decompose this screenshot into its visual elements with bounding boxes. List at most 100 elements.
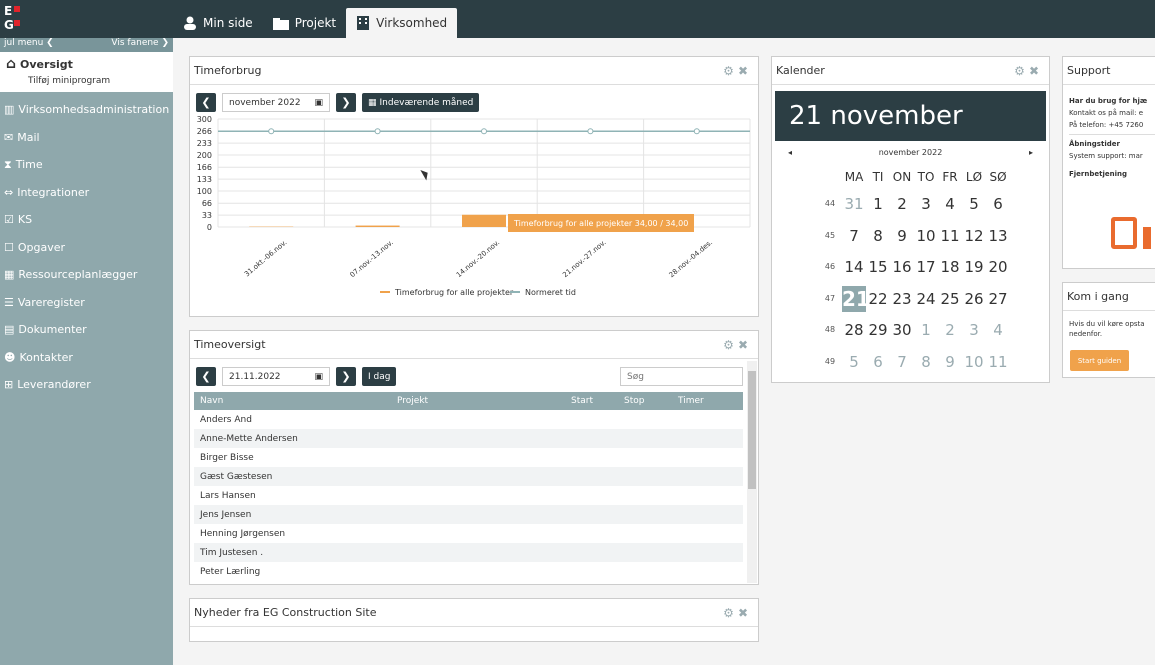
table-row[interactable]: Jens Jensen bbox=[194, 505, 743, 524]
sidebar-item-ressourceplanlaegger[interactable]: ▦ Ressourceplanlægger bbox=[0, 261, 173, 289]
next-month-button[interactable]: ❯ bbox=[336, 93, 356, 112]
remote-heading: Fjernbetjening bbox=[1069, 170, 1127, 178]
close-icon[interactable]: ✖ bbox=[1029, 64, 1043, 78]
column-header[interactable]: Projekt bbox=[397, 396, 428, 406]
oversigt-label: Oversigt bbox=[20, 57, 73, 71]
sidebar-item-ks[interactable]: ☑ KS bbox=[0, 206, 173, 234]
table-row[interactable]: Anders And bbox=[194, 410, 743, 429]
getting-started-text-2: nedenfor. bbox=[1069, 330, 1103, 338]
table-row[interactable]: Birger Bisse bbox=[194, 448, 743, 467]
calendar-day[interactable]: 13 bbox=[984, 227, 1012, 245]
gear-icon[interactable]: ⚙ bbox=[723, 338, 738, 352]
scrollbar-thumb[interactable] bbox=[748, 371, 756, 489]
support-mail[interactable]: Kontakt os på mail: e bbox=[1069, 107, 1155, 119]
table-row[interactable]: Henning Jørgensen bbox=[194, 524, 743, 543]
column-header[interactable]: Timer bbox=[678, 396, 704, 406]
eg-logo[interactable]: EG bbox=[0, 0, 173, 38]
tab-virksomhed[interactable]: Virksomhed bbox=[346, 8, 458, 38]
gear-icon[interactable]: ⚙ bbox=[1014, 64, 1029, 78]
start-guide-button[interactable]: Start guiden bbox=[1070, 350, 1129, 371]
calendar-day[interactable]: 11 bbox=[984, 353, 1012, 371]
panel-header: Timeforbrug ⚙✖ bbox=[190, 57, 758, 85]
y-tick-label: 33 bbox=[202, 211, 212, 220]
calendar-day[interactable]: 20 bbox=[984, 258, 1012, 276]
column-header[interactable]: Navn bbox=[200, 396, 223, 406]
y-tick-label: 133 bbox=[197, 175, 212, 184]
sidebar-item-mail[interactable]: ✉ Mail bbox=[0, 124, 173, 152]
normeret-point bbox=[481, 128, 487, 135]
close-icon[interactable]: ✖ bbox=[738, 338, 752, 352]
sidebar-item-vareregister[interactable]: ☰ Vareregister bbox=[0, 289, 173, 317]
month-field[interactable]: november 2022 ▣ bbox=[222, 93, 330, 112]
table-row[interactable]: Peter Lærling bbox=[194, 562, 743, 581]
weekday-header: SØ bbox=[989, 170, 1007, 184]
panel-header: Support bbox=[1063, 57, 1155, 85]
building-icon: ▥ bbox=[4, 103, 15, 117]
add-miniprogram-link[interactable]: Tilføj miniprogram bbox=[6, 76, 167, 86]
time-overview-panel: Timeoversigt ⚙✖ ❮ 21.11.2022 ▣ ❯ I dag Na… bbox=[189, 330, 759, 585]
remote-support-icon[interactable] bbox=[1111, 217, 1137, 249]
column-header[interactable]: Start bbox=[571, 396, 593, 406]
today-button[interactable]: I dag bbox=[362, 367, 397, 386]
next-day-button[interactable]: ❯ bbox=[336, 367, 356, 386]
sidebar-item-opgaver[interactable]: ☐ Opgaver bbox=[0, 234, 173, 262]
support-phone: På telefon: +45 7260 bbox=[1069, 121, 1144, 129]
getting-started-text: Hvis du vil køre opsta bbox=[1069, 320, 1145, 328]
gear-icon[interactable]: ⚙ bbox=[723, 606, 738, 620]
close-icon[interactable]: ✖ bbox=[738, 606, 752, 620]
support-panel: Support Har du brug for hjæ Kontakt os p… bbox=[1062, 56, 1155, 269]
sidebar-item-label: Time bbox=[15, 158, 43, 172]
folder-icon bbox=[272, 17, 289, 30]
sidebar-item-label: KS bbox=[17, 213, 33, 227]
normeret-point bbox=[693, 128, 700, 135]
sidebar-item-label: Mail bbox=[17, 130, 40, 144]
tab-projekt[interactable]: Projekt bbox=[263, 8, 346, 38]
table-row[interactable]: Anne-Mette Andersen bbox=[194, 429, 743, 448]
calendar-icon[interactable]: ▣ bbox=[314, 98, 323, 108]
tab-label: Min side bbox=[203, 16, 253, 30]
close-icon[interactable]: ✖ bbox=[738, 64, 752, 78]
getting-started-panel: Kom i gang Hvis du vil køre opsta nedenf… bbox=[1062, 282, 1155, 378]
calendar-month-nav: ◂ november 2022 ▸ bbox=[788, 148, 1033, 157]
sidebar-item-virksomhedsadministration[interactable]: ▥ Virksomhedsadministration bbox=[0, 96, 173, 124]
document-icon: ▤ bbox=[4, 323, 15, 337]
normeret-point bbox=[268, 128, 275, 135]
list-icon: ☰ bbox=[4, 295, 14, 309]
calendar-icon[interactable]: ▣ bbox=[314, 372, 323, 382]
gear-icon[interactable]: ⚙ bbox=[723, 64, 738, 78]
time-overview-toolbar: ❮ 21.11.2022 ▣ ❯ I dag bbox=[196, 367, 397, 386]
calendar-grid: MA TI ON TO FR LØ SØ 44 31 1 2 3 4 5 6 45 7 8 9 10 11 12 13 46 1… bbox=[772, 167, 1051, 377]
calendar-day-selected[interactable]: 21 bbox=[842, 285, 870, 312]
calendar-day[interactable]: 4 bbox=[984, 321, 1012, 339]
scrollbar[interactable] bbox=[747, 361, 757, 583]
sidebar-item-dokumenter[interactable]: ▤ Dokumenter bbox=[0, 316, 173, 344]
sidebar-item-label: Integrationer bbox=[17, 185, 90, 199]
table-header: Navn Projekt Start Stop Timer bbox=[194, 392, 743, 410]
table-row[interactable]: Lars Hansen bbox=[194, 486, 743, 505]
sidebar-item-leverandoerer[interactable]: ⊞ Leverandører bbox=[0, 371, 173, 399]
hide-menu-link[interactable]: jul menu ❮ bbox=[4, 38, 54, 52]
tab-min-side[interactable]: Min side bbox=[173, 8, 263, 38]
prev-day-button[interactable]: ❮ bbox=[196, 367, 216, 386]
search-input[interactable] bbox=[620, 367, 743, 386]
sidebar-item-integrationer[interactable]: ⇔ Integrationer bbox=[0, 179, 173, 207]
sidebar-item-label: Virksomhedsadministration bbox=[18, 103, 170, 117]
sidebar-item-time[interactable]: ⧗ Time bbox=[0, 151, 173, 179]
prev-month-arrow-icon[interactable]: ◂ bbox=[788, 148, 792, 157]
column-header[interactable]: Stop bbox=[624, 396, 644, 406]
tooltip-text: Timeforbrug for alle projekter 34,00 / 3… bbox=[514, 218, 689, 228]
date-field[interactable]: 21.11.2022 ▣ bbox=[222, 367, 330, 386]
sidebar-item-oversigt[interactable]: ⌂ Oversigt Tilføj miniprogram bbox=[0, 52, 173, 92]
calendar-panel: Kalender ⚙✖ 21 november ◂ november 2022 … bbox=[771, 56, 1050, 383]
checkbox-icon: ☑ bbox=[4, 213, 14, 227]
show-tabs-link[interactable]: Vis fanene ❯ bbox=[111, 38, 169, 52]
calendar-day[interactable]: 27 bbox=[984, 290, 1012, 308]
sidebar-item-kontakter[interactable]: ☻ Kontakter bbox=[0, 344, 173, 372]
table-row[interactable]: Tim Justesen . bbox=[194, 543, 743, 562]
prev-month-button[interactable]: ❮ bbox=[196, 93, 216, 112]
table-row[interactable]: Gæst Gæstesen bbox=[194, 467, 743, 486]
next-month-arrow-icon[interactable]: ▸ bbox=[1029, 148, 1033, 157]
current-month-button[interactable]: ▦ Indeværende måned bbox=[362, 93, 480, 112]
x-tick-label: 28.nov.-04.des. bbox=[668, 238, 714, 279]
calendar-day[interactable]: 6 bbox=[984, 195, 1012, 213]
